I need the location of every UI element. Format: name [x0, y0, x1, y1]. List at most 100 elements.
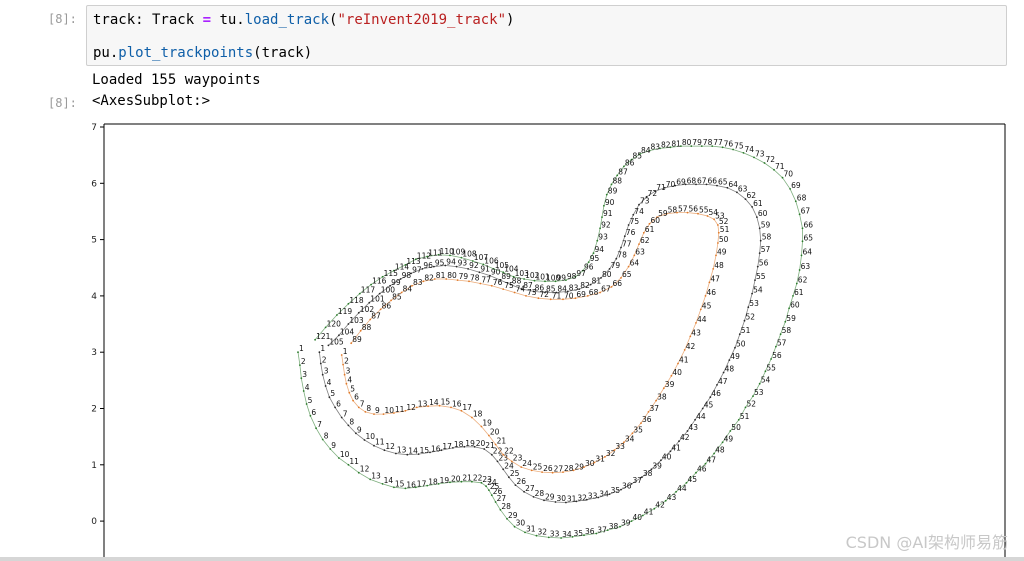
- waypoint-label: 73: [755, 149, 765, 158]
- code-text: pu.: [93, 45, 119, 61]
- waypoint-label: 35: [611, 486, 621, 495]
- waypoint-label: 37: [633, 476, 643, 485]
- waypoint-label: 50: [736, 340, 746, 349]
- waypoint-label: 74: [634, 207, 644, 216]
- waypoint-label: 60: [758, 209, 768, 218]
- waypoint-label: 23: [513, 453, 523, 462]
- waypoint-label: 58: [782, 326, 792, 335]
- waypoint-label: 53: [754, 388, 764, 397]
- waypoint-label: 54: [761, 376, 771, 385]
- waypoint-label: 67: [697, 176, 707, 185]
- waypoint-label: 97: [576, 269, 586, 278]
- waypoint-label: 71: [552, 291, 562, 300]
- waypoint-label: 80: [602, 270, 612, 279]
- waypoint-label: 4: [327, 378, 332, 387]
- waypoint-label: 30: [516, 519, 526, 528]
- waypoint-label: 33: [550, 529, 560, 538]
- waypoint-label: 27: [525, 484, 535, 493]
- waypoint-label: 78: [470, 273, 480, 282]
- waypoint-label: 16: [431, 444, 441, 453]
- waypoint-label: 58: [668, 206, 678, 215]
- waypoint-label: 69: [791, 181, 801, 190]
- waypoint-label: 20: [490, 428, 500, 437]
- waypoint-label: 18: [473, 410, 483, 419]
- waypoint-label: 25: [533, 462, 543, 471]
- waypoint-label: 15: [441, 398, 451, 407]
- waypoint-label: 32: [538, 528, 548, 537]
- waypoint-label: 2: [301, 357, 306, 366]
- waypoint-label: 18: [428, 478, 438, 487]
- waypoint-label: 91: [480, 264, 490, 273]
- waypoint-label: 19: [440, 476, 450, 485]
- waypoint-label: 24: [522, 459, 532, 468]
- waypoint-label: 57: [777, 339, 787, 348]
- waypoint-label: 35: [633, 425, 643, 434]
- y-tick-label: 5: [91, 236, 97, 246]
- y-tick-label: 4: [91, 292, 97, 302]
- waypoint-label: 47: [707, 456, 717, 465]
- track-plot: 7654321012345678910111213 14 15 16 17 18 19 20 2…: [91, 123, 1006, 561]
- code-text: ): [506, 12, 515, 28]
- waypoint-label: 79: [459, 272, 469, 281]
- waypoint-label: 55: [766, 363, 776, 372]
- waypoint-label: 61: [753, 199, 763, 208]
- waypoint-label: 37: [650, 404, 660, 413]
- stdout-text: Loaded 155 waypoints: [92, 72, 261, 88]
- waypoint-label: 54: [753, 286, 763, 295]
- waypoint-label: 119: [338, 307, 353, 316]
- waypoint-label: 70: [784, 170, 794, 179]
- waypoint-label: 46: [711, 389, 721, 398]
- output-prompt: [8]:: [48, 96, 77, 110]
- y-tick-label: 7: [91, 123, 97, 133]
- waypoint-label: 49: [717, 247, 727, 256]
- waypoint-label: 84: [403, 285, 413, 294]
- waypoint-label: 70: [564, 291, 574, 300]
- waypoint-label: 77: [713, 138, 723, 147]
- waypoint-label: 72: [766, 155, 776, 164]
- code-cell[interactable]: track: Track = tu.load_track("reInvent20…: [86, 5, 1007, 66]
- waypoint-label: 79: [692, 138, 702, 147]
- waypoint-label: 66: [613, 279, 623, 288]
- waypoint-label: 61: [794, 288, 804, 297]
- waypoint-label: 3: [324, 367, 329, 376]
- scrollbar-track[interactable]: [0, 557, 1024, 561]
- waypoint-label: 6: [311, 408, 316, 417]
- waypoint-label: 50: [731, 423, 741, 432]
- waypoint-label: 57: [761, 245, 771, 254]
- waypoint-label: 71: [656, 183, 666, 192]
- waypoint-label: 42: [680, 433, 690, 442]
- waypoint-label: 77: [622, 240, 632, 249]
- waypoint-label: 46: [707, 288, 717, 297]
- waypoint-label: 94: [446, 258, 456, 267]
- waypoint-label: 15: [420, 446, 430, 455]
- waypoint-label: 68: [797, 193, 807, 202]
- waypoint-label: 97: [412, 265, 422, 274]
- waypoint-label: 98: [402, 271, 412, 280]
- waypoint-label: 4: [347, 376, 352, 385]
- waypoint-label: 46: [697, 465, 707, 474]
- waypoint-label: 63: [738, 184, 748, 193]
- waypoint-label: 17: [462, 403, 472, 412]
- waypoint-label: 29: [575, 462, 585, 471]
- waypoint-label: 36: [622, 482, 632, 491]
- waypoint-label: 11: [349, 457, 359, 466]
- waypoint-label: 69: [676, 178, 686, 187]
- waypoint-label: 56: [772, 351, 782, 360]
- waypoint-label: 80: [682, 138, 692, 147]
- waypoint-label: 78: [617, 251, 627, 260]
- watermark: CSDN @AI架构师易筋: [845, 533, 1008, 552]
- waypoint-label: 1: [320, 344, 325, 353]
- waypoint-label: 51: [741, 326, 751, 335]
- waypoint-label: 81: [592, 277, 602, 286]
- waypoint-label: 55: [699, 206, 709, 215]
- waypoint-label: 65: [718, 178, 728, 187]
- waypoint-label: 13: [397, 446, 407, 455]
- waypoint-label: 44: [677, 484, 687, 493]
- waypoint-label: 79: [611, 261, 621, 270]
- waypoint-label: 13: [371, 471, 381, 480]
- waypoint-label: 44: [697, 315, 707, 324]
- code-text: track: Track: [93, 12, 203, 28]
- waypoint-label: 75: [734, 142, 744, 151]
- waypoint-label: 82: [661, 140, 671, 149]
- waypoint-label: 65: [804, 233, 814, 242]
